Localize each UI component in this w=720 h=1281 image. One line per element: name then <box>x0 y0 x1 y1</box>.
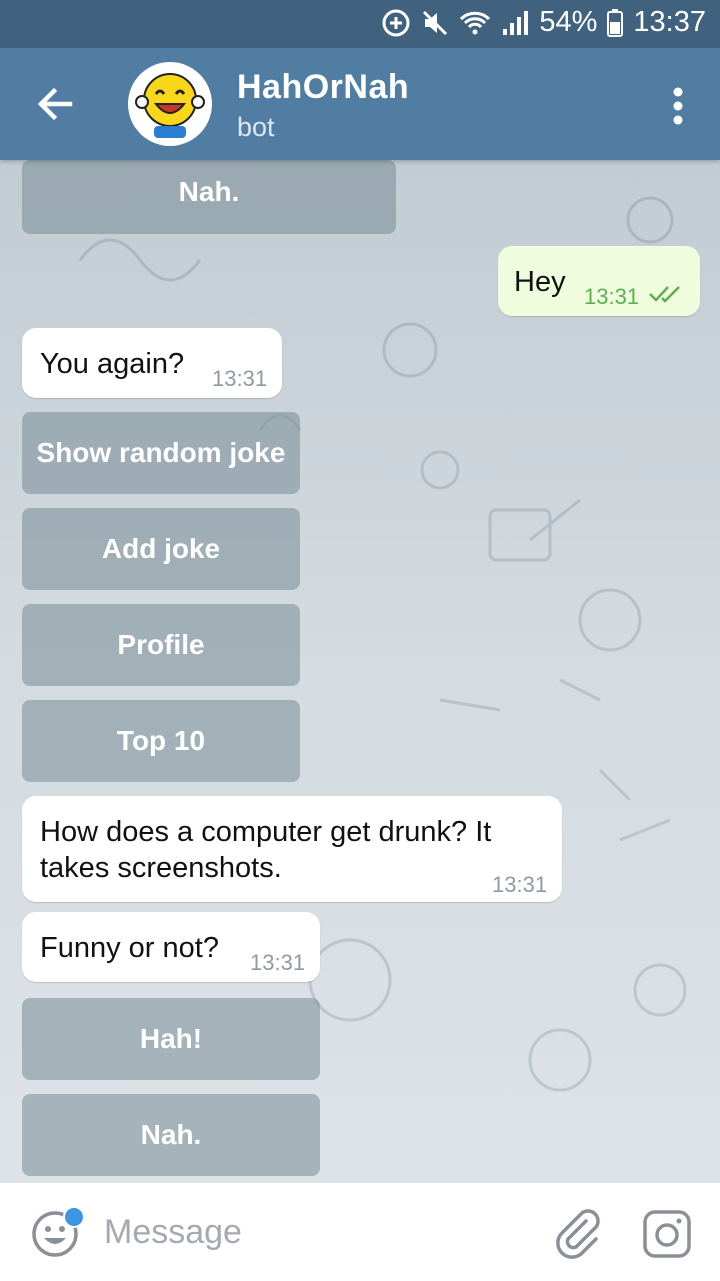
message-text-line-1: How does a computer get drunk? It <box>40 816 492 848</box>
camera-icon[interactable] <box>642 1209 692 1259</box>
status-bar: 54% 13:37 <box>0 0 720 48</box>
laughing-face-icon <box>135 73 205 138</box>
message-time: 13:31 <box>250 950 306 975</box>
chat-title: HahOrNah <box>237 68 410 106</box>
incoming-message: Funny or not? 13:31 <box>22 912 320 982</box>
chat-area[interactable]: Nah. Hey 13:31 You again? 13:31 Show ran… <box>0 160 720 1182</box>
message-time: 13:31 <box>584 284 640 309</box>
double-check-icon <box>649 286 680 303</box>
message-input-bar: Message <box>0 1182 720 1281</box>
message-text: You again? <box>40 348 185 380</box>
keyboard-button-nah[interactable]: Nah. <box>22 1094 320 1176</box>
message-text: Hey <box>514 266 566 298</box>
keyboard-button-top-10[interactable]: Top 10 <box>22 700 300 782</box>
keyboard-button-show-random-joke[interactable]: Show random joke <box>22 412 300 494</box>
mute-icon <box>423 10 448 35</box>
data-saver-icon <box>382 9 410 36</box>
clock: 13:37 <box>633 6 706 38</box>
chat-header: HahOrNah bot <box>0 48 720 160</box>
message-time: 13:31 <box>492 872 548 897</box>
message-text: Funny or not? <box>40 932 219 964</box>
outgoing-message: Hey 13:31 <box>498 246 700 316</box>
more-options-icon[interactable] <box>672 86 684 126</box>
keyboard-button-profile[interactable]: Profile <box>22 604 300 686</box>
notification-dot <box>63 1206 85 1228</box>
chat-subtitle: bot <box>237 112 275 142</box>
keyboard-button-nah-top[interactable]: Nah. <box>22 160 396 234</box>
message-input[interactable]: Message <box>104 1213 242 1252</box>
message-text-line-2: takes screenshots. <box>40 852 282 884</box>
keyboard-button-add-joke[interactable]: Add joke <box>22 508 300 590</box>
wifi-icon <box>460 11 491 34</box>
battery-icon <box>607 8 624 37</box>
signal-icon <box>503 10 529 35</box>
paperclip-icon[interactable] <box>552 1207 602 1259</box>
incoming-message: How does a computer get drunk? It takes … <box>22 796 562 902</box>
incoming-message: You again? 13:31 <box>22 328 282 398</box>
back-arrow-icon[interactable] <box>30 78 82 130</box>
keyboard-button-hah[interactable]: Hah! <box>22 998 320 1080</box>
avatar[interactable] <box>128 62 212 146</box>
message-time: 13:31 <box>212 366 268 391</box>
battery-percent: 54% <box>539 6 598 38</box>
